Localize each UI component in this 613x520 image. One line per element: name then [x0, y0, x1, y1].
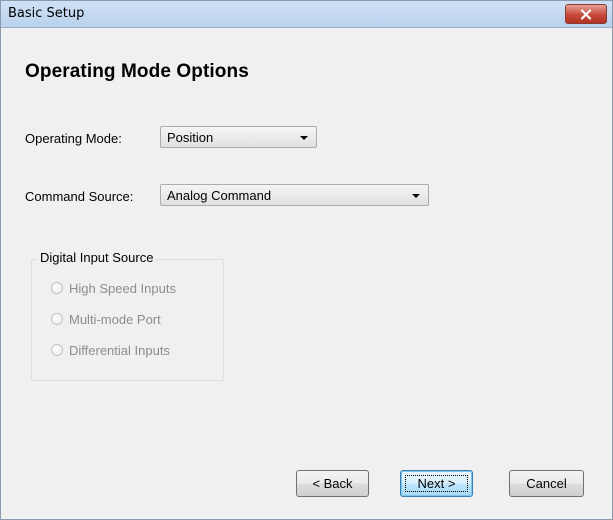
operating-mode-dropdown[interactable]: Position [160, 126, 317, 148]
window-title: Basic Setup [8, 6, 85, 21]
dialog-window: Basic Setup Operating Mode Options Opera… [0, 0, 613, 520]
cancel-button-label: Cancel [526, 476, 567, 491]
next-button[interactable]: Next > [400, 470, 473, 497]
radio-label: Differential Inputs [69, 342, 170, 358]
radio-label: Multi-mode Port [69, 311, 161, 327]
chevron-down-icon [412, 194, 420, 198]
radio-label: High Speed Inputs [69, 280, 176, 296]
close-icon [580, 8, 592, 20]
command-source-label: Command Source: [25, 189, 134, 204]
radio-button[interactable] [51, 313, 63, 325]
operating-mode-label: Operating Mode: [25, 131, 122, 146]
radio-high-speed-inputs[interactable]: High Speed Inputs [51, 279, 176, 297]
radio-button[interactable] [51, 282, 63, 294]
chevron-down-icon [300, 136, 308, 140]
next-button-label: Next > [417, 476, 456, 491]
command-source-dropdown[interactable]: Analog Command [160, 184, 429, 206]
cancel-button[interactable]: Cancel [509, 470, 584, 497]
close-button[interactable] [565, 4, 607, 24]
back-button-label: < Back [312, 476, 353, 491]
digital-input-source-legend: Digital Input Source [38, 250, 156, 265]
command-source-value: Analog Command [167, 188, 272, 203]
title-bar[interactable]: Basic Setup [1, 1, 612, 28]
operating-mode-value: Position [167, 130, 214, 145]
page-title: Operating Mode Options [25, 61, 249, 82]
back-button[interactable]: < Back [296, 470, 369, 497]
radio-button[interactable] [51, 344, 63, 356]
radio-differential-inputs[interactable]: Differential Inputs [51, 341, 170, 359]
radio-multi-mode-port[interactable]: Multi-mode Port [51, 310, 161, 328]
